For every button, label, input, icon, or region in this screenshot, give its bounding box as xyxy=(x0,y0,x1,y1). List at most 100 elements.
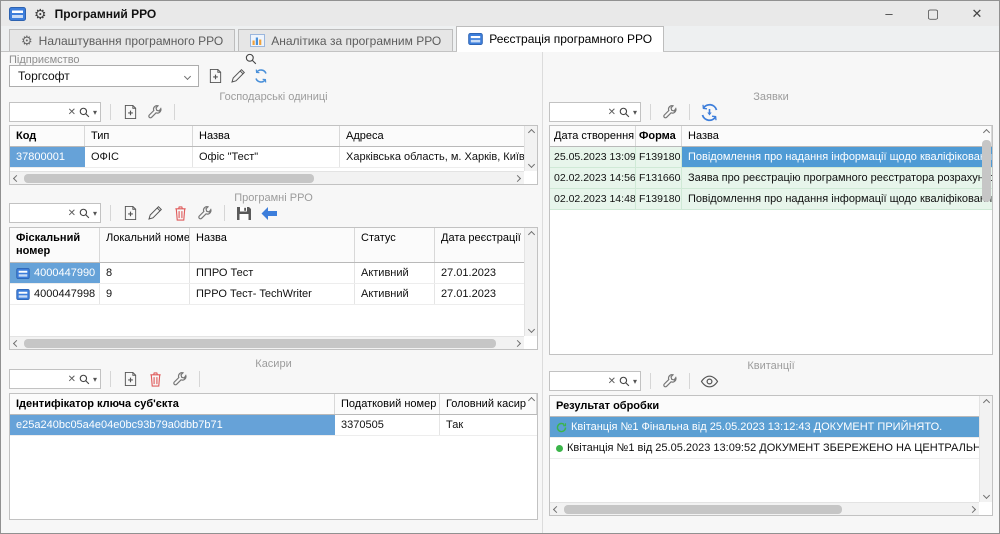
search-icon[interactable] xyxy=(79,107,90,118)
request-name-cell[interactable]: Повідомлення про надання інформації щодо… xyxy=(682,147,992,167)
search-options-caret-icon[interactable]: ▾ xyxy=(93,209,97,218)
column-header[interactable]: Фіскальний номер xyxy=(10,228,100,262)
enterprise-select[interactable]: Торгсофт xyxy=(9,65,199,87)
column-header[interactable]: Адреса xyxy=(340,126,537,146)
tab-analytics[interactable]: Аналітика за програмним РРО xyxy=(238,29,453,51)
search-icon[interactable] xyxy=(79,208,90,219)
column-header[interactable]: Назва xyxy=(193,126,340,146)
add-rro-button[interactable] xyxy=(120,203,140,223)
add-unit-button[interactable] xyxy=(120,102,140,122)
request-form-cell[interactable]: F1391802 xyxy=(636,147,682,167)
view-receipt-button[interactable] xyxy=(699,371,719,391)
tab-settings[interactable]: ⚙ Налаштування програмного РРО xyxy=(9,29,235,51)
scroll-up-icon[interactable] xyxy=(528,231,535,238)
unit-code-cell[interactable]: 37800001 xyxy=(10,147,85,167)
requests-search-input[interactable]: ✕ ▾ xyxy=(549,102,641,122)
request-form-cell[interactable]: F1316604 xyxy=(636,168,682,188)
column-header[interactable]: Ідентифікатор ключа суб'єкта xyxy=(10,394,335,414)
rro-search-input[interactable]: ✕ ▾ xyxy=(9,203,101,223)
receipts-search-input[interactable]: ✕ ▾ xyxy=(549,371,641,391)
scrollbar-thumb[interactable] xyxy=(24,174,314,183)
delete-cashier-button[interactable] xyxy=(145,369,165,389)
horizontal-scrollbar[interactable] xyxy=(10,171,524,184)
search-options-caret-icon[interactable]: ▾ xyxy=(93,108,97,117)
back-arrow-button[interactable] xyxy=(259,203,279,223)
search-options-caret-icon[interactable]: ▾ xyxy=(93,375,97,384)
vertical-scrollbar[interactable] xyxy=(524,126,537,171)
save-button[interactable] xyxy=(234,203,254,223)
column-header[interactable]: Форма xyxy=(636,126,682,146)
unit-settings-button[interactable] xyxy=(145,102,165,122)
table-row[interactable]: Квітанція №1 від 25.05.2023 13:09:52 ДОК… xyxy=(550,438,992,459)
rro-fiscal-cell[interactable]: 4000447998 xyxy=(10,284,100,304)
rro-name-cell[interactable]: ППРО Тест xyxy=(190,263,355,283)
clear-search-icon[interactable]: ✕ xyxy=(68,208,76,219)
cashier-settings-button[interactable] xyxy=(170,369,190,389)
scroll-left-icon[interactable] xyxy=(13,175,20,182)
cashier-key-cell[interactable]: e25a240bc05a4e04e0bc93b79a0dbb7b71 xyxy=(10,415,335,435)
cashiers-search-input[interactable]: ✕ ▾ xyxy=(9,369,101,389)
table-row[interactable]: 02.02.2023 14:56:24 F1316604 Заява про р… xyxy=(550,168,992,189)
request-name-cell[interactable]: Повідомлення про надання інформації щодо… xyxy=(682,189,992,209)
rro-status-cell[interactable]: Активний xyxy=(355,263,435,283)
scrollbar-thumb[interactable] xyxy=(982,140,991,202)
vertical-scrollbar[interactable] xyxy=(979,396,992,502)
scroll-left-icon[interactable] xyxy=(13,340,20,347)
request-settings-button[interactable] xyxy=(660,102,680,122)
column-header[interactable]: Головний касир xyxy=(440,394,537,414)
search-icon[interactable] xyxy=(244,52,258,66)
table-row[interactable]: 37800001 ОФІС Офіс "Тест" Харківська обл… xyxy=(10,147,537,168)
receipt-result-cell[interactable]: Квітанція №1 від 25.05.2023 13:09:52 ДОК… xyxy=(550,438,992,458)
column-header[interactable]: Дата реєстрації xyxy=(435,228,537,262)
receipt-result-cell[interactable]: Квітанція №1 Фінальна від 25.05.2023 13:… xyxy=(550,417,992,437)
table-row[interactable]: e25a240bc05a4e04e0bc93b79a0dbb7b71 33705… xyxy=(10,415,537,436)
cashier-main-cell[interactable]: Так xyxy=(440,415,537,435)
scroll-right-icon[interactable] xyxy=(514,340,521,347)
column-header[interactable]: Назва xyxy=(190,228,355,262)
search-icon[interactable] xyxy=(79,374,90,385)
scroll-right-icon[interactable] xyxy=(969,506,976,513)
delete-rro-button[interactable] xyxy=(170,203,190,223)
column-header[interactable]: Локальний номер xyxy=(100,228,190,262)
scroll-left-icon[interactable] xyxy=(553,506,560,513)
column-header[interactable]: Дата створення xyxy=(550,126,636,146)
column-header[interactable]: Податковий номер xyxy=(335,394,440,414)
horizontal-scrollbar[interactable] xyxy=(550,502,979,515)
column-header[interactable]: Код xyxy=(10,126,85,146)
request-form-cell[interactable]: F1391802 xyxy=(636,189,682,209)
scrollbar-thumb[interactable] xyxy=(564,505,842,514)
scrollbar-thumb[interactable] xyxy=(24,339,496,348)
rro-settings-button[interactable] xyxy=(195,203,215,223)
column-header[interactable]: Статус xyxy=(355,228,435,262)
rro-date-cell[interactable]: 27.01.2023 xyxy=(435,263,537,283)
scroll-right-icon[interactable] xyxy=(514,175,521,182)
add-enterprise-button[interactable] xyxy=(205,66,225,86)
table-row[interactable]: 4000447998 9 ПРРО Тест- TechWriter Актив… xyxy=(10,284,537,305)
request-date-cell[interactable]: 25.05.2023 13:09:52 xyxy=(550,147,636,167)
search-options-caret-icon[interactable]: ▾ xyxy=(633,108,637,117)
request-date-cell[interactable]: 02.02.2023 14:56:24 xyxy=(550,168,636,188)
horizontal-scrollbar[interactable] xyxy=(10,336,524,349)
table-row[interactable]: 4000447990 8 ППРО Тест Активний 27.01.20… xyxy=(10,263,537,284)
rro-fiscal-cell[interactable]: 4000447990 xyxy=(10,263,100,283)
rro-name-cell[interactable]: ПРРО Тест- TechWriter xyxy=(190,284,355,304)
scroll-down-icon[interactable] xyxy=(983,492,990,499)
scroll-up-icon[interactable] xyxy=(983,399,990,406)
sync-download-button[interactable] xyxy=(699,102,719,122)
receipt-settings-button[interactable] xyxy=(660,371,680,391)
unit-name-cell[interactable]: Офіс "Тест" xyxy=(193,147,340,167)
column-header[interactable]: Тип xyxy=(85,126,193,146)
column-header[interactable]: Результат обробки xyxy=(550,396,992,416)
clear-search-icon[interactable]: ✕ xyxy=(68,374,76,385)
vertical-scrollbar[interactable] xyxy=(524,228,537,336)
scroll-down-icon[interactable] xyxy=(528,161,535,168)
table-row[interactable]: Квітанція №1 Фінальна від 25.05.2023 13:… xyxy=(550,417,992,438)
rro-status-cell[interactable]: Активний xyxy=(355,284,435,304)
unit-address-cell[interactable]: Харківська область, м. Харків, Київський… xyxy=(340,147,537,167)
scroll-down-icon[interactable] xyxy=(528,326,535,333)
clear-search-icon[interactable]: ✕ xyxy=(608,376,616,387)
close-button[interactable]: ✕ xyxy=(955,1,999,26)
request-date-cell[interactable]: 02.02.2023 14:48:23 xyxy=(550,189,636,209)
clear-search-icon[interactable]: ✕ xyxy=(608,107,616,118)
add-cashier-button[interactable] xyxy=(120,369,140,389)
